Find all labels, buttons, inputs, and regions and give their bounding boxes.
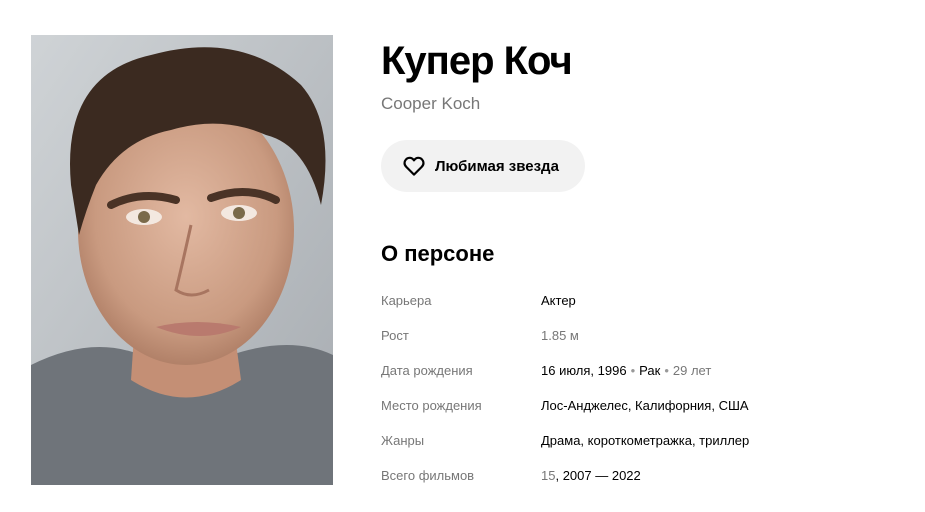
facts-table: Карьера Актер Рост 1.85 м Дата рождения … xyxy=(381,283,901,493)
person-photo xyxy=(31,35,333,485)
zodiac-sign-link[interactable]: Рак xyxy=(639,363,660,378)
favorite-star-button[interactable]: Любимая звезда xyxy=(381,140,585,192)
person-info: Купер Коч Cooper Koch Любимая звезда О п… xyxy=(381,38,901,493)
fact-label: Дата рождения xyxy=(381,363,473,378)
fact-label: Рост xyxy=(381,328,409,343)
heart-icon xyxy=(403,156,425,176)
person-name: Купер Коч xyxy=(381,39,573,83)
fact-label: Место рождения xyxy=(381,398,482,413)
fact-value: 15, 2007 — 2022 xyxy=(541,468,641,483)
fact-row-genres: Жанры Драма, короткометражка, триллер xyxy=(381,423,901,458)
portrait-illustration xyxy=(31,35,333,485)
genres-link[interactable]: Драма, короткометражка, триллер xyxy=(541,433,749,448)
fact-row-height: Рост 1.85 м xyxy=(381,318,901,353)
favorite-button-label: Любимая звезда xyxy=(435,157,559,175)
fact-value: 16 июля, 1996 • Рак • 29 лет xyxy=(541,363,711,378)
fact-label: Жанры xyxy=(381,433,425,448)
fact-label: Карьера xyxy=(381,293,432,308)
separator-dot: • xyxy=(630,363,636,378)
age-text: 29 лет xyxy=(672,363,712,378)
fact-value: Актер xyxy=(541,293,576,308)
fact-row-birth-place: Место рождения Лос-Анджелес, Калифорния,… xyxy=(381,388,901,423)
fact-row-career: Карьера Актер xyxy=(381,283,901,318)
person-original-name: Cooper Koch xyxy=(381,94,481,113)
fact-row-birth-date: Дата рождения 16 июля, 1996 • Рак • 29 лет xyxy=(381,353,901,388)
fact-value: 1.85 м xyxy=(541,328,579,343)
birth-place-link[interactable]: Лос-Анджелес, Калифорния, США xyxy=(541,398,749,413)
fact-label: Всего фильмов xyxy=(381,468,475,483)
fact-row-total-films: Всего фильмов 15, 2007 — 2022 xyxy=(381,458,901,493)
birth-date-link[interactable]: 16 июля, 1996 xyxy=(541,363,627,378)
separator-dot: • xyxy=(664,363,669,378)
films-years: , 2007 — 2022 xyxy=(555,468,641,483)
films-count: 15 xyxy=(541,468,556,483)
about-section-title: О персоне xyxy=(381,241,495,266)
